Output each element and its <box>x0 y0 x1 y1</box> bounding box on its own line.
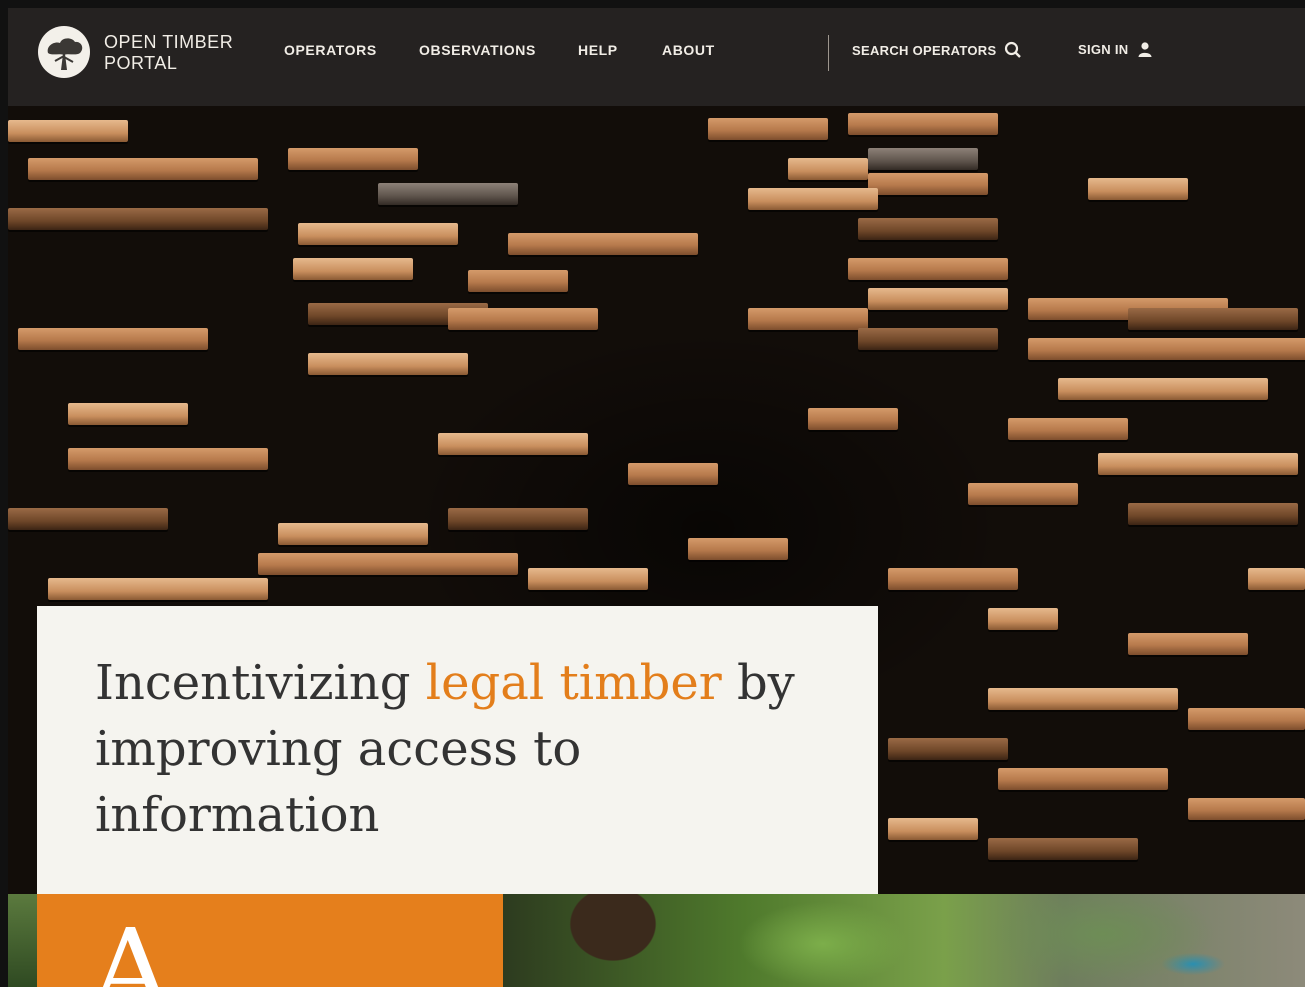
timber-plank <box>988 838 1138 860</box>
timber-plank <box>258 553 518 575</box>
timber-plank <box>378 183 518 205</box>
top-navigation-bar: OPEN TIMBER PORTAL OPERATORS OBSERVATION… <box>8 8 1305 106</box>
timber-plank <box>848 258 1008 280</box>
headline-text-start: Incentivizing <box>95 655 426 711</box>
timber-plank <box>748 188 878 210</box>
brand-line-1: OPEN TIMBER <box>104 32 234 52</box>
timber-plank <box>438 433 588 455</box>
timber-plank <box>688 538 788 560</box>
tree-logo-icon[interactable] <box>38 26 90 78</box>
timber-plank <box>888 568 1018 590</box>
feature-section-preview: A <box>8 894 1305 987</box>
timber-plank <box>1128 633 1248 655</box>
timber-plank <box>868 288 1008 310</box>
timber-plank <box>68 403 188 425</box>
nav-item-help[interactable]: HELP <box>578 42 618 58</box>
search-operators-button[interactable]: SEARCH OPERATORS <box>852 41 1022 59</box>
timber-plank <box>8 120 128 142</box>
timber-plank <box>508 233 698 255</box>
timber-plank <box>1248 568 1305 590</box>
forest-photo-edge <box>8 894 37 987</box>
timber-plank <box>48 578 268 600</box>
sign-in-label: SIGN IN <box>1078 41 1129 57</box>
timber-plank <box>1008 418 1128 440</box>
timber-plank <box>68 448 268 470</box>
timber-plank <box>1088 178 1188 200</box>
timber-plank <box>293 258 413 280</box>
search-operators-label: SEARCH OPERATORS <box>852 42 997 58</box>
timber-plank <box>468 270 568 292</box>
hero-headline: Incentivizing legal timber by improving … <box>95 650 815 848</box>
timber-plank <box>28 158 258 180</box>
nav-item-about[interactable]: ABOUT <box>662 42 715 58</box>
timber-plank <box>1128 503 1298 525</box>
timber-plank <box>988 608 1058 630</box>
feature-block-letter: A <box>91 905 171 987</box>
timber-plank <box>1028 338 1305 360</box>
nav-item-observations[interactable]: OBSERVATIONS <box>419 42 536 58</box>
timber-plank <box>8 208 268 230</box>
timber-plank <box>888 738 1008 760</box>
timber-plank <box>748 308 868 330</box>
brand-line-2: PORTAL <box>104 53 178 73</box>
timber-plank <box>8 508 168 530</box>
timber-plank <box>1188 708 1305 730</box>
timber-plank <box>628 463 718 485</box>
timber-plank <box>968 483 1078 505</box>
timber-plank <box>848 113 998 135</box>
timber-plank <box>528 568 648 590</box>
timber-plank <box>868 173 988 195</box>
timber-plank <box>448 508 588 530</box>
forest-worker-photo <box>503 894 1305 987</box>
sign-in-button[interactable]: SIGN IN <box>1078 41 1153 57</box>
timber-plank <box>988 688 1178 710</box>
timber-plank <box>998 768 1168 790</box>
timber-plank <box>1098 453 1298 475</box>
brand-name[interactable]: OPEN TIMBER PORTAL <box>104 32 233 74</box>
timber-plank <box>448 308 598 330</box>
timber-plank <box>288 148 418 170</box>
headline-accent-text: legal timber <box>425 655 722 711</box>
timber-plank <box>888 818 978 840</box>
timber-plank <box>1128 308 1298 330</box>
timber-plank <box>788 158 868 180</box>
timber-plank <box>858 328 998 350</box>
timber-plank <box>18 328 208 350</box>
timber-plank <box>808 408 898 430</box>
timber-plank <box>1058 378 1268 400</box>
user-icon <box>1138 42 1151 57</box>
nav-divider <box>828 35 829 71</box>
timber-plank <box>308 353 468 375</box>
timber-plank <box>708 118 828 140</box>
nav-item-operators[interactable]: OPERATORS <box>284 42 377 58</box>
search-icon <box>1005 41 1022 58</box>
orange-feature-block: A <box>37 894 503 987</box>
timber-plank <box>868 148 978 170</box>
timber-plank <box>1188 798 1305 820</box>
timber-plank <box>858 218 998 240</box>
timber-plank <box>298 223 458 245</box>
hero-headline-card: Incentivizing legal timber by improving … <box>37 606 878 894</box>
timber-plank <box>278 523 428 545</box>
